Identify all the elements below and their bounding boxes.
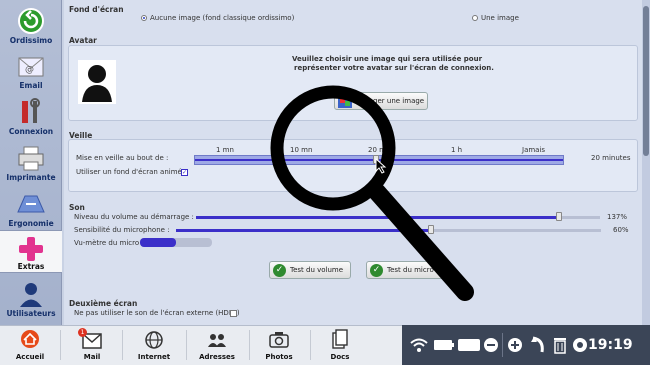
wallpaper-image-radio[interactable]	[472, 15, 478, 21]
magnifier-icon	[270, 85, 474, 301]
printer-icon	[18, 146, 44, 171]
back-arrow-icon	[18, 8, 44, 34]
taskbar-separator	[186, 330, 187, 360]
taskbar-adresses[interactable]: Adresses	[190, 326, 244, 364]
mail-badge: 1	[78, 328, 87, 337]
email-icon: @	[18, 57, 44, 77]
sidebar-item-email[interactable]: @ Email	[0, 48, 62, 91]
animated-bg-label: Utiliser un fond d'écran animé.	[76, 168, 185, 176]
clock: 19:19	[588, 337, 633, 353]
taskbar-label: Docs	[330, 353, 350, 361]
sleep-tick-1mn: 1 mn	[216, 146, 234, 154]
wallpaper-none-radio[interactable]	[141, 15, 147, 21]
zoom-out-icon[interactable]	[483, 337, 499, 353]
taskbar-label: Photos	[265, 353, 293, 361]
taskbar-label: Adresses	[199, 353, 235, 361]
wifi-icon[interactable]	[410, 337, 428, 353]
tools-icon	[22, 98, 40, 123]
taskbar-separator	[310, 330, 311, 360]
zoom-in-icon[interactable]	[507, 337, 523, 353]
mic-sensitivity-value: 60%	[613, 226, 629, 234]
sleep-label: Mise en veille au bout de :	[76, 154, 169, 162]
mouse-cursor-icon	[375, 158, 387, 174]
sleep-value: 20 minutes	[591, 154, 631, 162]
tray-separator	[502, 333, 503, 357]
sidebar-item-label: Utilisateurs	[6, 309, 56, 318]
sidebar-item-label: Extras	[17, 262, 45, 271]
mic-meter-fill	[140, 238, 176, 247]
startup-volume-label: Niveau du volume au démarrage :	[74, 213, 194, 221]
mic-sensitivity-label: Sensibilité du microphone :	[74, 226, 170, 234]
ergonomics-icon	[17, 195, 45, 213]
hdmi-sound-label: Ne pas utiliser le son de l'écran extern…	[74, 309, 240, 317]
avatar-instruction-line1: Veuillez choisir une image qui sera util…	[292, 55, 483, 63]
taskbar-separator	[60, 330, 61, 360]
taskbar-docs[interactable]: Docs	[316, 326, 364, 364]
second-screen-section-title: Deuxième écran	[69, 299, 138, 308]
sidebar-item-extras[interactable]: Extras	[0, 230, 62, 273]
documents-icon	[332, 329, 348, 349]
user-icon	[20, 283, 42, 307]
camera-icon	[269, 332, 289, 348]
avatar-section-title: Avatar	[69, 36, 97, 45]
sidebar-item-imprimante[interactable]: Imprimante	[0, 140, 62, 183]
sidebar-item-label: Imprimante	[6, 173, 56, 182]
volume-bar[interactable]	[458, 339, 480, 351]
home-icon	[21, 330, 39, 348]
mic-meter-label: Vu-mètre du micro :	[74, 239, 144, 247]
startup-volume-value: 137%	[607, 213, 628, 221]
sidebar-item-ordissimo[interactable]: Ordissimo	[0, 3, 62, 46]
sleep-tick-never: Jamais	[522, 146, 546, 154]
taskbar-internet[interactable]: Internet	[128, 326, 180, 364]
globe-icon	[145, 331, 163, 349]
wallpaper-none-label: Aucune image (fond classique ordissimo)	[150, 14, 295, 22]
startup-volume-slider-rest	[560, 216, 600, 219]
scrollbar-thumb[interactable]	[643, 6, 649, 156]
plus-icon	[19, 237, 43, 261]
wallpaper-section-title: Fond d'écran	[69, 5, 124, 14]
sidebar-item-label: Connexion	[8, 127, 54, 136]
sidebar-item-label: Ergonomie	[8, 219, 54, 228]
back-icon[interactable]	[530, 336, 546, 354]
avatar-silhouette-icon	[78, 60, 116, 104]
taskbar-accueil[interactable]: Accueil	[5, 326, 55, 364]
taskbar-mail[interactable]: 1 Mail	[66, 326, 118, 364]
avatar-instruction-line2: représenter votre avatar sur l'écran de …	[294, 64, 494, 72]
startup-volume-knob[interactable]	[556, 212, 562, 221]
hdmi-sound-checkbox[interactable]	[230, 310, 237, 317]
sidebar: Ordissimo @ Email Connexion Imprimante E…	[0, 0, 62, 325]
taskbar-separator	[249, 330, 250, 360]
animated-bg-checkbox[interactable]: ✓	[181, 169, 188, 176]
sidebar-item-ergonomie[interactable]: Ergonomie	[0, 186, 62, 229]
contacts-icon	[208, 334, 226, 347]
sidebar-item-label: Ordissimo	[9, 36, 53, 45]
sound-section-title: Son	[69, 203, 85, 212]
svg-text:@: @	[25, 65, 34, 75]
taskbar-label: Internet	[137, 353, 171, 361]
mic-meter	[140, 238, 212, 247]
sidebar-item-label: Email	[19, 81, 43, 90]
wallpaper-image-label: Une image	[481, 14, 519, 22]
help-lifebuoy-icon[interactable]	[572, 337, 588, 353]
sidebar-item-utilisateurs[interactable]: Utilisateurs	[0, 276, 62, 319]
sidebar-item-connexion[interactable]: Connexion	[0, 94, 62, 137]
taskbar-photos[interactable]: Photos	[254, 326, 304, 364]
taskbar-label: Accueil	[15, 353, 45, 361]
trash-icon[interactable]	[553, 336, 567, 354]
taskbar-label: Mail	[83, 353, 101, 361]
scrollbar[interactable]	[642, 0, 650, 325]
taskbar-separator	[122, 330, 123, 360]
battery-icon[interactable]	[433, 339, 455, 351]
